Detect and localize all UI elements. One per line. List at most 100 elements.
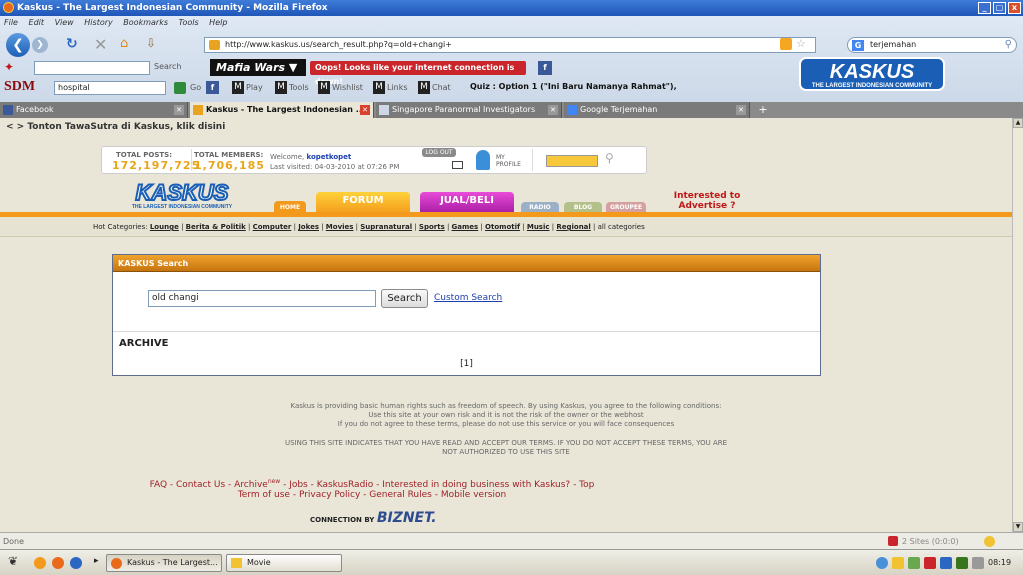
page-navigation[interactable]: [1]: [113, 359, 820, 369]
nav-jualbeli[interactable]: JUAL/BELI: [420, 192, 514, 214]
footer-links-1[interactable]: FAQ - Contact Us - Archive: [150, 480, 268, 490]
task-firefox[interactable]: Kaskus - The Largest...: [106, 554, 222, 572]
tab-kaskus[interactable]: Kaskus - The Largest Indonesian ... ✕: [190, 102, 374, 118]
mail-icon[interactable]: [452, 161, 463, 169]
custom-search-link[interactable]: Custom Search: [434, 293, 502, 303]
cat-supranatural[interactable]: Supranatural: [360, 223, 412, 231]
tray-icon-5[interactable]: [940, 557, 952, 569]
quicklaunch-expand-icon[interactable]: ▸: [94, 556, 99, 566]
quiz-text[interactable]: Quiz : Option 1 ("Ini Baru Namanya Rahma…: [470, 82, 677, 91]
tray-icon-1[interactable]: [876, 557, 888, 569]
my-profile-link[interactable]: MY PROFILE: [496, 154, 521, 168]
start-icon[interactable]: ❦: [8, 554, 18, 568]
connection-alert[interactable]: Oops! Looks like your internet connectio…: [310, 61, 526, 86]
profile-search-field[interactable]: [546, 155, 598, 167]
facebook-small-icon[interactable]: f: [206, 81, 219, 94]
status-addon-icon[interactable]: [888, 536, 898, 546]
biznet-logo[interactable]: CONNECTION BY BIZNET.: [310, 510, 437, 526]
menu-tools[interactable]: Tools: [179, 18, 199, 27]
status-smiley-icon[interactable]: [984, 536, 995, 547]
quicklaunch-ie-icon[interactable]: [70, 557, 82, 569]
mw-play-link[interactable]: Play: [246, 83, 263, 92]
stop-icon[interactable]: ✕: [94, 35, 107, 54]
tray-icon-4[interactable]: [924, 557, 936, 569]
tray-icon-2[interactable]: [892, 557, 904, 569]
mw-tools-link[interactable]: Tools: [289, 83, 309, 92]
cat-lounge[interactable]: Lounge: [150, 223, 179, 231]
go-label[interactable]: Go: [190, 83, 201, 92]
nav-forum[interactable]: FORUM: [316, 192, 410, 214]
cat-games[interactable]: Games: [452, 223, 479, 231]
tab-close-icon[interactable]: ✕: [548, 105, 558, 115]
menu-edit[interactable]: Edit: [29, 18, 45, 27]
home-icon[interactable]: ⌂: [120, 36, 128, 51]
quicklaunch-firefox-icon[interactable]: [52, 557, 64, 569]
search-magnifier-icon[interactable]: ⚲: [605, 151, 614, 165]
advertise-link[interactable]: Interested to Advertise ?: [670, 191, 744, 211]
reload-icon[interactable]: ↻: [66, 36, 78, 52]
bookmark-star-icon[interactable]: ☆: [796, 37, 806, 50]
tray-icon-6[interactable]: [956, 557, 968, 569]
download-icon[interactable]: ⇩: [146, 36, 156, 50]
cat-jokes[interactable]: Jokes: [298, 223, 319, 231]
footer-links-1b[interactable]: - Jobs - KaskusRadio - Interested in doi…: [280, 480, 594, 490]
cat-computer[interactable]: Computer: [253, 223, 292, 231]
url-text: http://www.kaskus.us/search_result.php?q…: [225, 40, 452, 49]
cat-regional[interactable]: Regional: [556, 223, 590, 231]
cat-movies[interactable]: Movies: [326, 223, 354, 231]
menu-view[interactable]: View: [55, 18, 74, 27]
scroll-up-arrow[interactable]: ▲: [1013, 118, 1023, 128]
facebook-toolbar-icon[interactable]: f: [538, 61, 552, 75]
stats-box: TOTAL POSTS: 172,197,725 TOTAL MEMBERS: …: [101, 146, 647, 174]
tab-label: Google Terjemahan: [580, 105, 658, 114]
profile-icon[interactable]: [476, 150, 490, 170]
minimize-button[interactable]: _: [978, 2, 991, 14]
maximize-button[interactable]: ▢: [993, 2, 1006, 14]
logout-button[interactable]: LOG OUT: [422, 148, 456, 157]
all-categories-link[interactable]: all categories: [598, 223, 645, 231]
menu-help[interactable]: Help: [209, 18, 227, 27]
forward-button[interactable]: ❯: [32, 37, 48, 53]
tab-close-icon[interactable]: ✕: [360, 105, 370, 115]
footer-links-2[interactable]: Term of use - Privacy Policy - General R…: [0, 490, 744, 500]
rss-icon[interactable]: [780, 38, 792, 50]
tab-spi[interactable]: Singapore Paranormal Investigators ✕: [376, 102, 562, 118]
vertical-scrollbar[interactable]: ▲ ▼: [1012, 118, 1023, 532]
tab-facebook[interactable]: Facebook ✕: [0, 102, 188, 118]
tray-icon-7[interactable]: [972, 557, 984, 569]
go-icon[interactable]: [174, 82, 186, 94]
toolbar-search-field[interactable]: [34, 61, 150, 75]
magnifier-icon[interactable]: ⚲: [1005, 38, 1012, 52]
mw-chat-link[interactable]: Chat: [432, 83, 451, 92]
tab-google-translate[interactable]: Google Terjemahan ✕: [564, 102, 750, 118]
scroll-down-arrow[interactable]: ▼: [1013, 522, 1023, 532]
search-engine-box[interactable]: G terjemahan ⚲: [847, 37, 1017, 53]
search-panel-header: KASKUS Search: [113, 255, 820, 272]
quicklaunch-icon-1[interactable]: [34, 557, 46, 569]
cat-music[interactable]: Music: [527, 223, 550, 231]
menu-file[interactable]: File: [4, 18, 18, 27]
username-link[interactable]: kopetkopet: [306, 153, 351, 161]
menu-history[interactable]: History: [84, 18, 112, 27]
url-bar[interactable]: http://www.kaskus.us/search_result.php?q…: [204, 37, 816, 53]
mafia-wars-button[interactable]: Mafia Wars ▼: [210, 59, 306, 76]
close-button[interactable]: x: [1008, 2, 1021, 14]
sdm-field[interactable]: hospital: [54, 81, 166, 95]
tab-close-icon[interactable]: ✕: [174, 105, 184, 115]
tab-close-icon[interactable]: ✕: [736, 105, 746, 115]
search-query-input[interactable]: old changi: [148, 290, 376, 307]
task-movie[interactable]: Movie: [226, 554, 342, 572]
mw-links-link[interactable]: Links: [387, 83, 408, 92]
cat-berita[interactable]: Berita & Politik: [186, 223, 246, 231]
tray-icon-3[interactable]: [908, 557, 920, 569]
tab-label: Kaskus - The Largest Indonesian ...: [206, 105, 365, 114]
tonton-link[interactable]: < > Tonton TawaSutra di Kaskus, klik dis…: [6, 122, 225, 132]
search-button[interactable]: Search: [381, 289, 428, 308]
mw-wishlist-link[interactable]: Wishlist: [332, 83, 363, 92]
back-button[interactable]: ❮: [6, 33, 30, 57]
new-tab-button[interactable]: +: [756, 104, 770, 116]
cat-otomotif[interactable]: Otomotif: [485, 223, 520, 231]
cat-sports[interactable]: Sports: [419, 223, 445, 231]
menu-bookmarks[interactable]: Bookmarks: [123, 18, 168, 27]
toolbar-search-button[interactable]: Search: [154, 62, 181, 71]
